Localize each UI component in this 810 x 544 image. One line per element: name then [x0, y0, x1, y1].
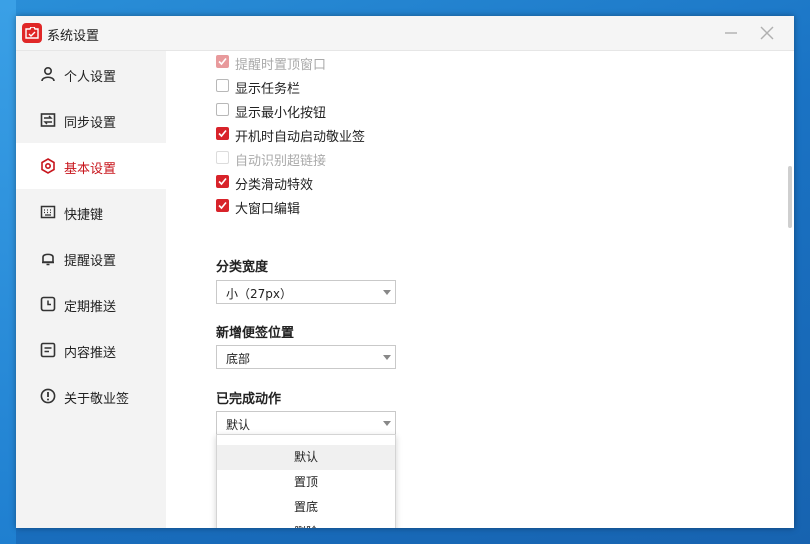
new-note-position-select[interactable]: 底部: [216, 345, 396, 369]
chevron-down-icon: [383, 355, 391, 360]
option-label: 开机时自动启动敬业签: [235, 130, 366, 145]
completed-action-dropdown: 默认 置顶 置底 删除: [216, 434, 396, 528]
gear-icon: [41, 158, 55, 174]
sidebar-item-label: 基本设置: [64, 162, 117, 177]
dropdown-option-delete[interactable]: 删除: [217, 520, 395, 528]
select-value: 默认: [226, 418, 251, 432]
checkbox-checked[interactable]: [216, 175, 229, 188]
option-label: 显示最小化按钮: [235, 106, 327, 121]
checkbox-unchecked[interactable]: [216, 79, 229, 92]
checkbox-unchecked[interactable]: [216, 103, 229, 116]
option-label: 显示任务栏: [235, 82, 301, 97]
select-value: 底部: [226, 352, 251, 366]
dropdown-option-bottom[interactable]: 置底: [217, 495, 395, 520]
sync-icon: [40, 113, 56, 127]
checkbox-checked[interactable]: [216, 127, 229, 140]
sidebar-item-label: 提醒设置: [64, 254, 117, 269]
sidebar-item-label: 快捷键: [64, 208, 104, 223]
app-logo-icon: [22, 23, 42, 43]
sidebar-item-scheduled-push[interactable]: 定期推送: [16, 281, 166, 327]
completed-action-select[interactable]: 默认: [216, 411, 396, 435]
option-label: 分类滑动特效: [235, 178, 314, 193]
settings-sidebar: 个人设置 同步设置 基本设置 快捷键 提醒设置 定期推送 内容推送 关于敬业签: [16, 51, 166, 528]
sidebar-item-label: 关于敬业签: [64, 392, 130, 407]
document-icon: [40, 342, 56, 358]
vertical-scrollbar[interactable]: [788, 166, 792, 228]
sidebar-item-about[interactable]: 关于敬业签: [16, 373, 166, 419]
new-note-position-label: 新增便签位置: [216, 326, 295, 341]
sidebar-item-label: 内容推送: [64, 346, 117, 361]
window-title: 系统设置: [47, 29, 100, 44]
sidebar-item-content-push[interactable]: 内容推送: [16, 327, 166, 373]
sidebar-item-sync[interactable]: 同步设置: [16, 97, 166, 143]
chevron-down-icon: [383, 421, 391, 426]
sidebar-item-personal[interactable]: 个人设置: [16, 51, 166, 97]
info-icon: [40, 388, 56, 404]
checkbox-checked[interactable]: [216, 199, 229, 212]
watermark-sub: jingyan.baidu.com: [622, 489, 733, 503]
clock-icon: [40, 296, 56, 312]
watermark-main: Baidu经验: [620, 458, 763, 488]
category-width-select[interactable]: 小（27px）: [216, 280, 396, 304]
chevron-down-icon: [383, 290, 391, 295]
minimize-button[interactable]: [722, 24, 740, 42]
sidebar-item-basic[interactable]: 基本设置: [16, 143, 166, 189]
sidebar-item-label: 定期推送: [64, 300, 117, 315]
checkbox-checked: [216, 55, 229, 68]
sidebar-item-shortcuts[interactable]: 快捷键: [16, 189, 166, 235]
baidu-watermark: Baidu经验 jingyan.baidu.com: [620, 452, 762, 503]
completed-action-label: 已完成动作: [216, 392, 282, 407]
close-button[interactable]: [758, 24, 776, 42]
keyboard-icon: [40, 205, 56, 219]
checkbox-disabled: [216, 151, 229, 164]
option-label: 自动识别超链接: [235, 154, 327, 169]
dropdown-option-top[interactable]: 置顶: [217, 470, 395, 495]
option-label: 提醒时置顶窗口: [235, 58, 327, 73]
sidebar-item-label: 个人设置: [64, 70, 117, 85]
sidebar-item-label: 同步设置: [64, 116, 117, 131]
user-icon: [41, 66, 55, 82]
select-value: 小（27px）: [226, 287, 292, 301]
sidebar-item-reminder[interactable]: 提醒设置: [16, 235, 166, 281]
dropdown-option-default[interactable]: 默认: [217, 445, 395, 470]
desktop-background: [0, 0, 16, 544]
option-label: 大窗口编辑: [235, 202, 301, 217]
bell-icon: [42, 253, 54, 266]
title-bar: 系统设置: [16, 16, 794, 51]
category-width-label: 分类宽度: [216, 260, 269, 275]
